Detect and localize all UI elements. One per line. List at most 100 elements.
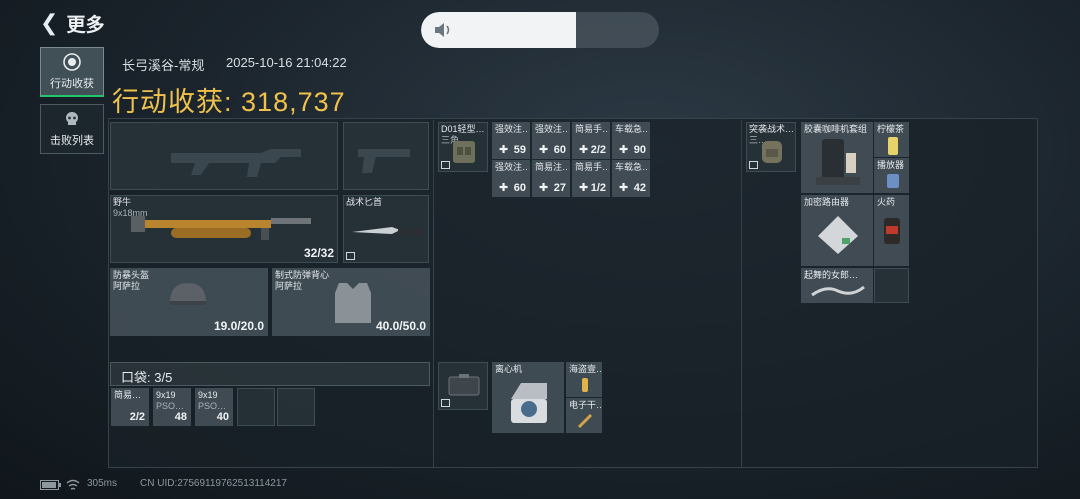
chest-rig-item-name: 强效注… (495, 124, 530, 134)
rifle-silhouette-icon (171, 149, 301, 177)
melee-name: 战术匕首 (346, 197, 383, 207)
loot-total-value: 318,737 (241, 87, 346, 117)
chest-rig-item-count: 90 (633, 144, 646, 156)
backpack-item-name: 播放器 (877, 160, 905, 170)
backpack-item[interactable]: 柠檬茶 (874, 122, 909, 157)
chest-rig-item-name: 车载急… (615, 162, 650, 172)
weapon-slot-empty[interactable] (110, 122, 338, 190)
pocket-label: 口袋: 3/5 (121, 370, 173, 385)
armor-name: 制式防弹背心 (275, 270, 330, 280)
backpack-empty-slot[interactable] (874, 268, 909, 303)
pocket-item-name: 简易… (114, 390, 142, 400)
column-divider (433, 120, 434, 468)
dancer-statue-icon (811, 285, 865, 297)
primary-weapon-slot[interactable]: 野牛 9x18mm 32/32 (110, 195, 338, 263)
backpack-name: 突袭战术… (749, 124, 795, 134)
chevron-left-icon: ❮ (40, 10, 59, 35)
chest-rig-name: D01轻型… (441, 124, 485, 134)
pocket-item[interactable]: 简易… 2/2 (111, 388, 149, 426)
backpack-item-coffee-machine[interactable]: 胶囊咖啡机套组 (801, 122, 873, 193)
case-slot[interactable] (438, 362, 488, 410)
helmet-name: 防暴头盔 (113, 270, 150, 280)
pocket-item-count: 2/2 (129, 411, 145, 423)
chest-rig-item-name: 强效注… (495, 162, 530, 172)
helmet-durability: 19.0/20.0 (213, 319, 264, 333)
chest-rig-item[interactable]: 简易注… ✚ 27 (532, 160, 570, 197)
backpack-item[interactable]: 播放器 (874, 158, 909, 193)
back-button[interactable]: ❮ 更多 (40, 10, 120, 36)
chest-rig-item-count: 27 (553, 182, 566, 194)
backpack-item-router[interactable]: 加密路由器 (801, 195, 873, 266)
weapon-ammo-count: 32/32 (303, 246, 334, 260)
vest-icon (335, 283, 371, 323)
plus-icon: ✚ (499, 144, 509, 156)
chest-rig-item[interactable]: 简易手… ✚ 2/2 (572, 122, 610, 159)
chest-rig-item[interactable]: 车载急… ✚ 42 (612, 160, 650, 197)
chest-rig-item-name: 车载急… (615, 124, 650, 134)
armor-maker: 阿萨拉 (275, 281, 303, 291)
secure-slot-icon (749, 161, 758, 169)
loot-total: 行动收获: 318,737 (112, 80, 346, 119)
bottle-icon (582, 378, 588, 392)
plus-icon: ✚ (619, 182, 629, 194)
plus-icon: ✚ (539, 144, 549, 156)
chest-rig-item-name: 简易手… (575, 124, 610, 134)
pocket-item-count: 40 (216, 411, 229, 423)
tab-kills[interactable]: 击败列表 (40, 104, 104, 154)
case-icon (448, 374, 480, 396)
chest-rig-item-count: 60 (513, 182, 526, 194)
chest-rig-item-name: 简易手… (575, 162, 610, 172)
battery-icon (40, 480, 61, 490)
backpack-item-gunpowder[interactable]: 火药 (874, 195, 909, 266)
backpack-item-name: 胶囊咖啡机套组 (804, 124, 868, 134)
pocket-item-name: 9x19 (156, 390, 176, 400)
chest-rig-item-name: 简易注… (535, 162, 570, 172)
plus-icon: ✚ (539, 182, 549, 194)
helmet-icon (170, 283, 206, 305)
chest-rig-item[interactable]: 车载急… ✚ 90 (612, 122, 650, 159)
backpack-slot[interactable]: 突袭战术… 三… (746, 122, 796, 172)
chest-rig-slot[interactable]: D01轻型… 三角… (438, 122, 488, 172)
helmet-slot[interactable]: 防暴头盔 阿萨拉 19.0/20.0 (110, 268, 268, 336)
tea-can-icon (888, 137, 898, 155)
electronic-part-icon (577, 413, 593, 429)
speaker-icon (435, 23, 450, 37)
pocket-item[interactable]: 9x19 PSO… 48 (153, 388, 191, 426)
back-label: 更多 (66, 14, 105, 36)
weapon-name: 野牛 (113, 197, 132, 207)
chest-rig-item[interactable]: 强效注… ✚ 59 (492, 122, 530, 159)
pistol-silhouette-icon (358, 149, 410, 173)
case-item[interactable]: 海盗壹… (566, 362, 602, 397)
helmet-maker: 阿萨拉 (113, 281, 141, 291)
backpack-item-statue[interactable]: 起舞的女郎… (801, 268, 873, 303)
chest-rig-item-count: 2/2 (590, 144, 606, 156)
armor-slot[interactable]: 制式防弹背心 阿萨拉 40.0/50.0 (272, 268, 430, 336)
chest-rig-item[interactable]: 强效注… ✚ 60 (492, 160, 530, 197)
backpack-icon (762, 141, 782, 163)
coffee-machine-icon (816, 139, 860, 185)
chest-rig-item[interactable]: 简易手… ✚ 1/2 (572, 160, 610, 197)
tab-kills-label: 击败列表 (50, 135, 94, 147)
centrifuge-icon (511, 383, 547, 423)
tab-loot[interactable]: 行动收获 (40, 47, 104, 97)
plus-icon: ✚ (579, 144, 589, 156)
match-time: 2025-10-16 21:04:22 (226, 55, 347, 70)
case-item[interactable]: 电子干… (566, 398, 602, 433)
melee-slot[interactable]: 战术匕首 (343, 195, 429, 263)
pocket-item-count: 48 (174, 411, 187, 423)
backpack-item-name: 加密路由器 (804, 197, 850, 207)
chest-rig-item[interactable]: 强效注… ✚ 60 (532, 122, 570, 159)
pocket-empty-slot[interactable] (237, 388, 275, 426)
tab-loot-label: 行动收获 (50, 77, 94, 90)
plus-icon: ✚ (619, 144, 629, 156)
case-item-centrifuge[interactable]: 离心机 (492, 362, 564, 433)
router-icon (818, 216, 858, 254)
volume-slider[interactable] (421, 12, 659, 48)
pocket-empty-slot[interactable] (277, 388, 315, 426)
music-player-icon (887, 174, 899, 188)
chest-rig-item-count: 1/2 (590, 182, 606, 194)
pocket-item[interactable]: 9x19 PSO… 40 (195, 388, 233, 426)
case-item-name: 海盗壹… (569, 364, 602, 374)
smg-bizon-icon (131, 216, 311, 240)
pistol-slot-empty[interactable] (343, 122, 429, 190)
